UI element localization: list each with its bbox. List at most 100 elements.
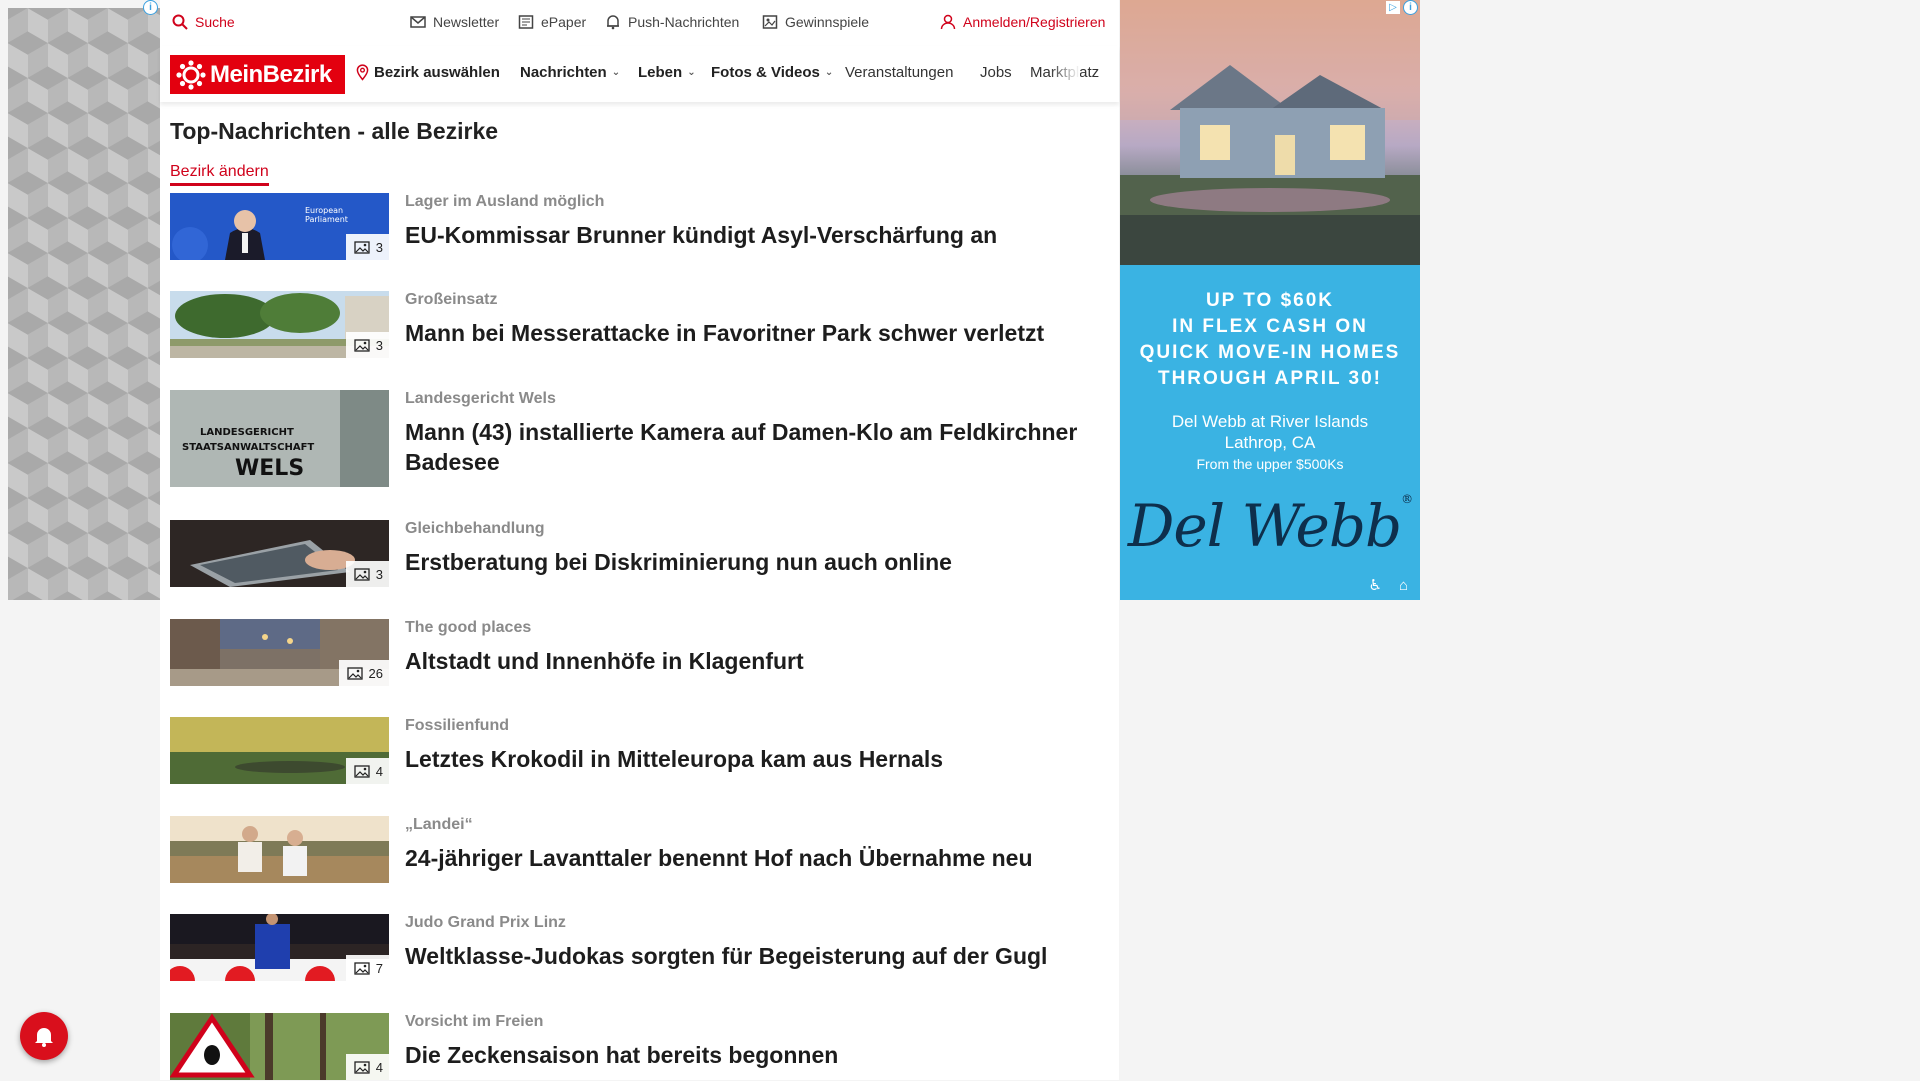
nav-veranstaltungen[interactable]: Veranstaltungen [845,64,953,81]
meinbezirk-logo[interactable]: MeinBezirk [170,55,345,94]
article-kicker: Landesgericht Wels [405,390,556,407]
image-icon [354,567,370,581]
image-icon [346,666,363,680]
push-label: Push-Nachrichten [628,14,740,30]
photo-count-badge: 3 [345,561,389,587]
article-item[interactable]: 7 Judo Grand Prix Linz Weltklasse-Judoka… [170,914,1070,982]
nav-veranstaltungen-label: Veranstaltungen [845,64,954,81]
nav-jobs[interactable]: Jobs [980,64,1012,81]
article-item[interactable]: 3 Gleichbehandlung Erstberatung bei Disk… [170,520,1070,588]
nav-leben[interactable]: Leben ⌄ [638,64,696,81]
nav-nachrichten[interactable]: Nachrichten ⌄ [520,64,620,81]
mail-icon [410,16,426,28]
push-link[interactable]: Push-Nachrichten [605,14,739,30]
logo-text: MeinBezirk [210,60,332,88]
article-headline[interactable]: Weltklasse-Judokas sorgten für Begeister… [405,941,1085,971]
ad-line2: IN FLEX CASH ON [1172,316,1368,337]
epaper-link[interactable]: ePaper [518,14,586,30]
photo-count-badge: 4 [345,758,389,784]
photo-count: 7 [375,960,383,976]
article-item[interactable]: 4 Fossilienfund Letztes Krokodil in Mitt… [170,717,1070,785]
right-banner-ad[interactable]: UP TO $60K IN FLEX CASH ON QUICK MOVE-IN… [1120,0,1420,600]
newsletter-label: Newsletter [433,14,500,30]
article-item[interactable]: 3 Großeinsatz Mann bei Messerattacke in … [170,291,1070,359]
article-item[interactable]: LANDESGERICHT STAATSANWALTSCHAFT WELS La… [170,390,1077,488]
newspaper-icon [518,15,534,29]
photo-count-badge: 26 [338,660,389,686]
photo-count: 3 [375,566,383,582]
ad-location: Lathrop, CA [1224,433,1316,452]
ad-price: From the upper $500Ks [1196,456,1344,472]
article-headline[interactable]: Letztes Krokodil in Mitteleuropa kam aus… [405,744,1085,774]
article-thumbnail: 3 [170,291,389,358]
main-page: Suche Newsletter ePaper Push-Nachrichten… [160,0,1119,1080]
ad-info-icon[interactable]: i [1403,0,1418,15]
left-skyscraper-ad[interactable] [8,8,160,600]
chevron-down-icon: ⌄ [687,67,696,78]
nav-fotos-videos[interactable]: Fotos & Videos ⌄ [711,64,833,81]
gewinnspiele-link[interactable]: Gewinnspiele [762,14,869,30]
article-headline[interactable]: 24-jähriger Lavanttaler benennt Hof nach… [405,843,1085,873]
article-kicker: Lager im Ausland möglich [405,193,605,210]
logo-sun-icon [176,59,206,90]
epaper-label: ePaper [541,14,587,30]
article-item[interactable]: European Parliament 3 Lager im Ausland m… [170,193,1070,261]
photo-count: 26 [368,665,383,681]
nav-leben-label: Leben [638,64,683,81]
chevron-down-icon: ⌄ [611,67,621,78]
ad-line1: UP TO $60K [1205,290,1335,311]
search-link[interactable]: Suche [172,14,235,30]
photo-count: 4 [375,1059,383,1075]
article-thumbnail: LANDESGERICHT STAATSANWALTSCHAFT WELS [170,390,389,487]
ticket-icon [762,15,778,29]
photo-count-badge: 3 [345,234,389,260]
newsletter-link[interactable]: Newsletter [410,14,499,30]
image-icon [354,764,370,778]
article-headline[interactable]: Erstberatung bei Diskriminierung nun auc… [405,547,1085,577]
article-thumbnail: European Parliament 3 [170,193,389,260]
svg-text:Parliament: Parliament [305,215,348,224]
image-icon [354,240,370,254]
utility-bar: Suche Newsletter ePaper Push-Nachrichten… [160,0,1119,46]
court-sign-line2: STAATSANWALTSCHAFT [182,442,314,453]
article-thumbnail: 4 [170,717,389,784]
photo-count-badge: 7 [345,955,389,981]
page-title: Top-Nachrichten - alle Bezirke [170,118,499,144]
image-icon [354,1060,370,1074]
svg-text:European: European [305,206,343,215]
article-headline[interactable]: EU-Kommissar Brunner kündigt Asyl-Versch… [405,220,1085,250]
article-kicker: „Landei“ [405,816,473,833]
equal-housing-icon: ⌂ [1398,577,1408,594]
court-sign-line1: LANDESGERICHT [200,427,294,438]
district-select[interactable]: Bezirk auswählen [356,64,500,81]
court-photo: LANDESGERICHT STAATSANWALTSCHAFT WELS [170,390,389,487]
article-item[interactable]: „Landei“ 24-jähriger Lavanttaler benennt… [170,816,1070,884]
notification-bell-button[interactable] [20,1012,68,1060]
article-item[interactable]: 4 Vorsicht im Freien Die Zeckensaison ha… [170,1013,1070,1081]
login-link[interactable]: Anmelden/Registrieren [940,14,1105,30]
user-icon [940,14,956,30]
change-district-link[interactable]: Bezirk ändern [170,163,269,186]
adchoices-icon[interactable]: ▷ [1386,1,1400,14]
article-kicker: Fossilienfund [405,717,509,734]
article-item[interactable]: 26 The good places Altstadt und Innenhöf… [170,619,1070,687]
accessibility-icon: ♿ [1368,577,1382,594]
article-thumbnail: 4 [170,1013,389,1080]
article-kicker: Vorsicht im Freien [405,1013,544,1030]
ad-brand-logo: Del Webb® [1120,492,1420,560]
gewinnspiele-label: Gewinnspiele [785,14,870,30]
bell-icon [607,15,619,30]
location-pin-icon [356,64,369,81]
article-thumbnail: 3 [170,520,389,587]
article-headline[interactable]: Mann (43) installierte Kamera auf Damen-… [405,417,1085,477]
article-headline[interactable]: Die Zeckensaison hat bereits begonnen [405,1040,1085,1070]
house-illustration [1120,0,1420,265]
article-headline[interactable]: Mann bei Messerattacke in Favoritner Par… [405,318,1085,348]
nav-nachrichten-label: Nachrichten [520,64,607,81]
farm-photo [170,816,389,883]
ad-info-icon[interactable]: i [143,0,158,15]
article-kicker: Großeinsatz [405,291,498,308]
chevron-down-icon: ⌄ [824,67,834,78]
article-headline[interactable]: Altstadt und Innenhöfe in Klagenfurt [405,646,1085,676]
bell-icon [35,1028,53,1047]
